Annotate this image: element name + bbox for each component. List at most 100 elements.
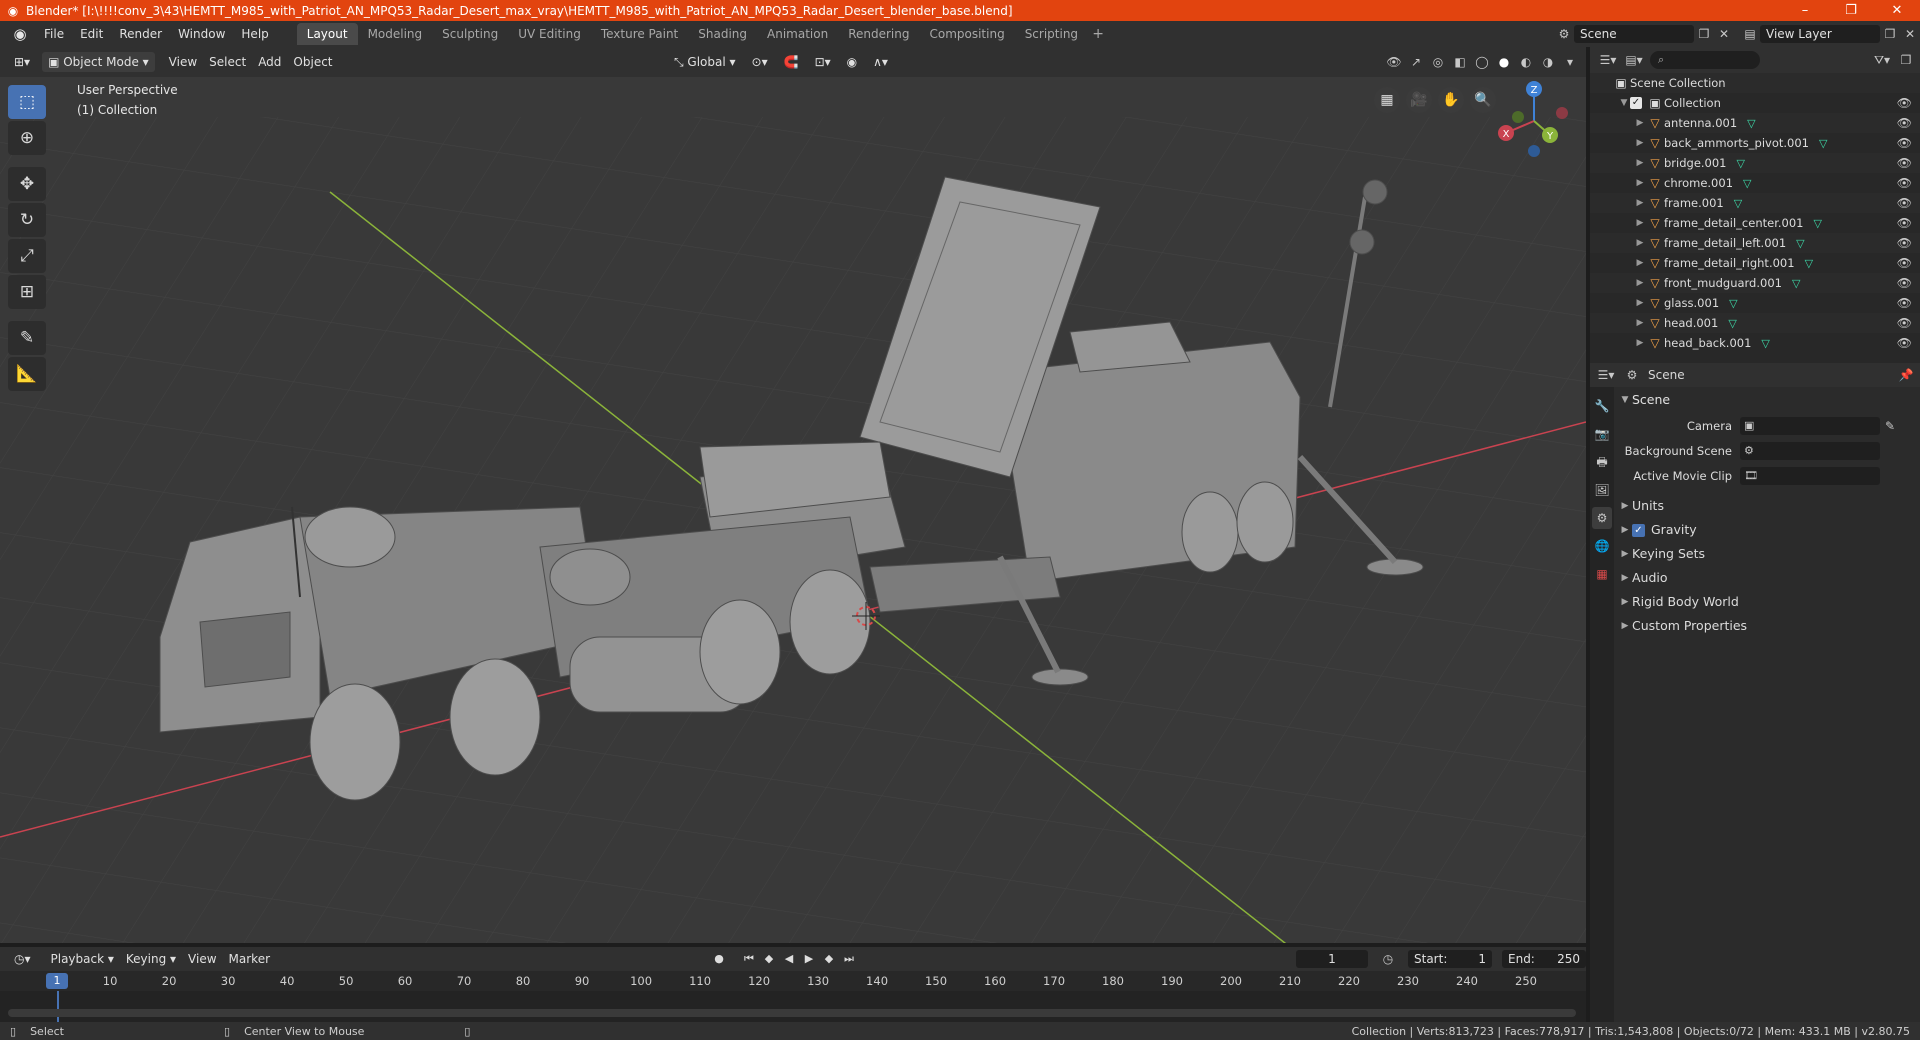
render-tab-icon[interactable]: 📷 xyxy=(1592,423,1612,445)
3d-viewport[interactable]: Z X Y User Perspective (1) Collection ⬚ … xyxy=(0,77,1586,943)
menu-view[interactable]: View xyxy=(163,52,203,72)
mode-dropdown[interactable]: ▣ Object Mode ▾ xyxy=(42,52,155,72)
pivot-icon[interactable]: ⊙▾ xyxy=(746,52,774,72)
outliner-object-row[interactable]: ▶ ▽ frame_detail_left.001 ▽ 👁 xyxy=(1590,233,1920,253)
shading-options-icon[interactable]: ▾ xyxy=(1560,52,1580,72)
delete-scene-icon[interactable]: ✕ xyxy=(1714,25,1734,43)
active-movie-clip-field[interactable]: 🎞 xyxy=(1740,466,1880,485)
view-layer-field[interactable]: View Layer xyxy=(1760,25,1880,43)
measure-tool-icon[interactable]: 📐 xyxy=(8,357,46,391)
overlay-toggle-icon[interactable]: ◎ xyxy=(1428,52,1448,72)
eye-icon[interactable]: 👁 xyxy=(1897,116,1912,130)
scene-icon[interactable]: ⚙ xyxy=(1554,25,1574,43)
blender-logo-icon[interactable]: ◉ xyxy=(10,24,30,44)
tab-compositing[interactable]: Compositing xyxy=(919,23,1014,45)
mesh-data-icon[interactable]: ▽ xyxy=(1796,237,1804,250)
outliner-object-row[interactable]: ▶ ▽ bridge.001 ▽ 👁 xyxy=(1590,153,1920,173)
mesh-data-icon[interactable]: ▽ xyxy=(1734,197,1742,210)
units-panel[interactable]: ▶ Units xyxy=(1618,494,1918,518)
rigid-body-world-panel[interactable]: ▶ Rigid Body World xyxy=(1618,590,1918,614)
material-shading-icon[interactable]: ◐ xyxy=(1516,52,1536,72)
world-tab-icon[interactable]: 🌐 xyxy=(1592,535,1612,557)
menu-help[interactable]: Help xyxy=(233,23,276,45)
add-workspace-icon[interactable]: + xyxy=(1088,23,1108,45)
outliner-object-row[interactable]: ▶ ▽ frame_detail_right.001 ▽ 👁 xyxy=(1590,253,1920,273)
mesh-data-icon[interactable]: ▽ xyxy=(1805,257,1813,270)
properties-editor-type-icon[interactable]: ☰▾ xyxy=(1596,366,1616,384)
eyedropper-icon[interactable]: ✎ xyxy=(1880,417,1900,435)
menu-window[interactable]: Window xyxy=(170,23,233,45)
tab-sculpting[interactable]: Sculpting xyxy=(432,23,508,45)
expand-arrow-icon[interactable]: ▶ xyxy=(1634,238,1646,248)
delete-view-layer-icon[interactable]: ✕ xyxy=(1900,25,1920,43)
outliner-search-input[interactable]: ⌕ xyxy=(1650,51,1760,69)
rotate-tool-icon[interactable]: ↻ xyxy=(8,203,46,237)
proportional-edit-icon[interactable]: ◉ xyxy=(841,52,863,72)
outliner-collection[interactable]: ▼ ✓ ▣ Collection 👁 xyxy=(1590,93,1920,113)
outliner-object-row[interactable]: ▶ ▽ antenna.001 ▽ 👁 xyxy=(1590,113,1920,133)
record-icon[interactable]: ● xyxy=(710,950,728,968)
timeline-scrollbar[interactable] xyxy=(8,1009,1576,1017)
eye-icon[interactable]: 👁 xyxy=(1897,196,1912,210)
expand-arrow-icon[interactable]: ▶ xyxy=(1634,298,1646,308)
menu-edit[interactable]: Edit xyxy=(72,23,111,45)
tab-scripting[interactable]: Scripting xyxy=(1015,23,1088,45)
new-collection-icon[interactable]: ❐ xyxy=(1896,51,1916,69)
filter-icon[interactable]: ⛛▾ xyxy=(1872,51,1892,69)
falloff-icon[interactable]: ∧▾ xyxy=(867,52,894,72)
prev-keyframe-icon[interactable]: ◆ xyxy=(760,950,778,968)
new-scene-icon[interactable]: ❐ xyxy=(1694,25,1714,43)
eye-icon[interactable]: 👁 xyxy=(1897,316,1912,330)
zoom-view-icon[interactable]: 🔍 xyxy=(1470,87,1496,113)
eye-icon[interactable]: 👁 xyxy=(1897,276,1912,290)
scale-tool-icon[interactable]: ⤢ xyxy=(8,239,46,273)
transform-tool-icon[interactable]: ⊞ xyxy=(8,275,46,309)
tab-animation[interactable]: Animation xyxy=(757,23,838,45)
scene-name-field[interactable]: Scene xyxy=(1574,25,1694,43)
gravity-checkbox[interactable]: ✓ xyxy=(1632,523,1645,537)
tab-rendering[interactable]: Rendering xyxy=(838,23,919,45)
outliner-object-row[interactable]: ▶ ▽ frame_detail_center.001 ▽ 👁 xyxy=(1590,213,1920,233)
solid-shading-icon[interactable]: ● xyxy=(1494,52,1514,72)
output-tab-icon[interactable]: 🖶 xyxy=(1592,451,1612,473)
expand-arrow-icon[interactable]: ▶ xyxy=(1634,258,1646,268)
audio-panel[interactable]: ▶ Audio xyxy=(1618,566,1918,590)
end-frame-field[interactable]: End: 250 xyxy=(1502,950,1586,968)
next-keyframe-icon[interactable]: ◆ xyxy=(820,950,838,968)
expand-arrow-icon[interactable]: ▶ xyxy=(1634,318,1646,328)
eye-icon[interactable]: 👁 xyxy=(1897,336,1912,350)
expand-arrow-icon[interactable]: ▶ xyxy=(1634,338,1646,348)
menu-select[interactable]: Select xyxy=(203,52,252,72)
maximize-button[interactable]: ❐ xyxy=(1828,0,1874,21)
editor-type-icon[interactable]: ⊞▾ xyxy=(8,52,36,72)
expand-arrow-icon[interactable]: ▶ xyxy=(1634,138,1646,148)
view-layer-icon[interactable]: ▤ xyxy=(1740,25,1760,43)
outliner-object-row[interactable]: ▶ ▽ head.001 ▽ 👁 xyxy=(1590,313,1920,333)
jump-end-icon[interactable]: ⏭ xyxy=(840,950,858,968)
pin-icon[interactable]: 📌 xyxy=(1896,366,1916,384)
expand-arrow-icon[interactable]: ▶ xyxy=(1634,118,1646,128)
outliner-scene-collection[interactable]: ▣ Scene Collection xyxy=(1590,73,1920,93)
timeline-track-area[interactable] xyxy=(0,991,1586,1022)
eye-icon[interactable]: 👁 xyxy=(1897,156,1912,170)
tab-shading[interactable]: Shading xyxy=(688,23,757,45)
outliner-object-row[interactable]: ▶ ▽ head_back.001 ▽ 👁 xyxy=(1590,333,1920,353)
eye-icon[interactable]: 👁 xyxy=(1897,236,1912,250)
cursor-tool-icon[interactable]: ⊕ xyxy=(8,121,46,155)
scene-tab-icon[interactable]: ⚙ xyxy=(1592,507,1612,529)
collection-checkbox[interactable]: ✓ xyxy=(1630,97,1642,109)
eye-icon[interactable]: 👁 xyxy=(1897,96,1912,110)
tab-texture-paint[interactable]: Texture Paint xyxy=(591,23,688,45)
custom-properties-panel[interactable]: ▶ Custom Properties xyxy=(1618,614,1918,638)
mesh-data-icon[interactable]: ▽ xyxy=(1761,337,1769,350)
move-tool-icon[interactable]: ✥ xyxy=(8,167,46,201)
clock-icon[interactable]: ◷ xyxy=(1378,950,1398,968)
menu-render[interactable]: Render xyxy=(111,23,170,45)
menu-keying[interactable]: Keying ▾ xyxy=(120,949,182,969)
pan-view-icon[interactable]: ✋ xyxy=(1438,87,1464,113)
perspective-toggle-icon[interactable]: ▦ xyxy=(1374,87,1400,113)
timeline-ruler[interactable]: 1 10 20 30 40 50 60 70 80 90 100 110 120 130 140 150 160… xyxy=(0,971,1586,991)
keying-sets-panel[interactable]: ▶ Keying Sets xyxy=(1618,542,1918,566)
menu-marker[interactable]: Marker xyxy=(223,949,276,969)
expand-arrow-icon[interactable]: ▶ xyxy=(1634,218,1646,228)
